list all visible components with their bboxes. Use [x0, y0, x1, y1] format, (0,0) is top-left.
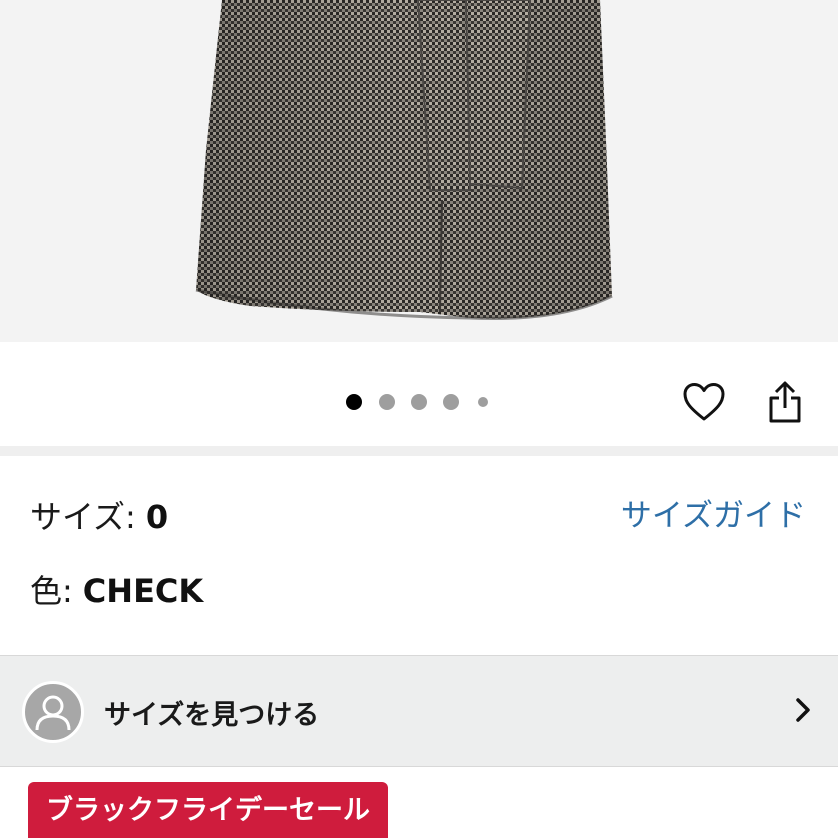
find-size-button[interactable]: サイズを見つける [0, 655, 838, 767]
section-divider [0, 446, 838, 456]
size-guide-link[interactable]: サイズガイド [621, 490, 806, 535]
product-image[interactable] [0, 0, 838, 342]
share-icon [769, 381, 801, 423]
color-value: CHECK [82, 572, 204, 610]
sale-badge: ブラックフライデーセール [28, 782, 388, 838]
carousel-dot-2[interactable] [379, 394, 395, 410]
carousel-dot-5[interactable] [478, 397, 488, 407]
find-size-label: サイズを見つける [104, 700, 320, 731]
size-label: サイズ: [30, 498, 136, 536]
share-button[interactable] [757, 374, 813, 430]
carousel-dot-4[interactable] [443, 394, 459, 410]
coat-image [195, 0, 613, 321]
size-value: 0 [145, 498, 169, 536]
carousel-dot-1[interactable] [346, 394, 362, 410]
chevron-right-icon [796, 698, 810, 722]
carousel-dot-3[interactable] [411, 394, 427, 410]
size-row: サイズ: 0 [30, 492, 168, 538]
color-row: 色: CHECK [30, 566, 203, 612]
favorite-button[interactable] [676, 374, 732, 430]
heart-icon [683, 383, 725, 421]
color-label: 色: [30, 572, 73, 610]
user-avatar-icon [22, 681, 84, 743]
product-options [0, 456, 838, 654]
